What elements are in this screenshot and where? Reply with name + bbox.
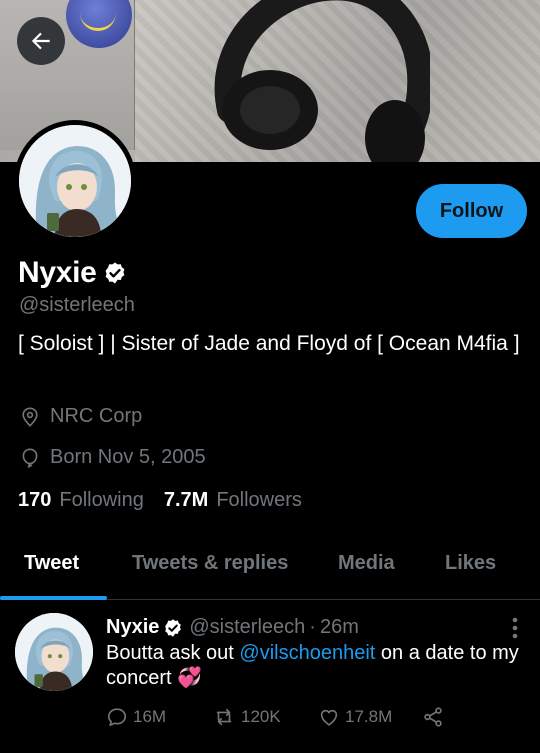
back-button[interactable] [17, 17, 65, 65]
tweet-actions: 16M 120K 17.8M [106, 706, 444, 728]
reply-count: 16M [133, 707, 167, 726]
profile-birthday: Born Nov 5, 2005 [19, 446, 206, 469]
tab-tweets-and-replies[interactable]: Tweets & replies [132, 552, 288, 575]
arrow-left-icon [31, 32, 50, 50]
follow-counts: 170 Following 7.7M Followers [18, 489, 302, 512]
location-text: NRC Corp [50, 405, 143, 427]
share-button[interactable] [422, 706, 444, 728]
tweet-item[interactable]: Nyxie @sisterleech · 26m Boutta ask out … [0, 601, 540, 753]
profile-handle: @sisterleech [19, 294, 135, 316]
reply-icon [107, 708, 127, 727]
location-pin-icon [22, 406, 38, 427]
tweet-author-handle: @sisterleech [189, 616, 306, 638]
following-link[interactable]: 170 Following [18, 489, 144, 512]
tweet-author-name[interactable]: Nyxie [106, 616, 159, 639]
like-button[interactable]: 17.8M [318, 706, 422, 728]
tweet-header: Nyxie @sisterleech · 26m [106, 616, 359, 639]
retweet-button[interactable]: 120K [212, 706, 318, 728]
verified-badge-icon [165, 618, 182, 637]
followers-label: Followers [216, 489, 302, 511]
like-count: 17.8M [345, 707, 393, 726]
tab-likes[interactable]: Likes [445, 552, 496, 575]
birthday-text: Born Nov 5, 2005 [50, 446, 206, 468]
profile-bio: [ Soloist ] | Sister of Jade and Floyd o… [18, 332, 520, 355]
profile-tabs: Tweet Tweets & replies Media Likes [0, 540, 540, 600]
display-name: Nyxie [18, 256, 97, 289]
heart-icon [320, 709, 338, 726]
share-icon [424, 707, 442, 727]
tweet-separator: · [309, 616, 316, 638]
following-count: 170 [18, 489, 52, 511]
tweet-avatar[interactable] [15, 613, 93, 691]
tweet-text-start: Boutta ask out [106, 642, 240, 664]
profile-location: NRC Corp [19, 405, 142, 428]
tweet-hearts-emoji: 💞 [177, 667, 203, 689]
retweet-count: 120K [241, 707, 281, 726]
tweet-timestamp[interactable]: 26m [320, 616, 359, 639]
following-label: Following [59, 489, 144, 511]
tweet-mention-link[interactable]: @vilschoenheit [239, 642, 375, 664]
tab-media[interactable]: Media [338, 552, 395, 575]
profile-avatar[interactable] [14, 120, 136, 242]
avatar-illustration [19, 125, 131, 237]
banner-headphones [214, 0, 430, 162]
reply-button[interactable]: 16M [106, 706, 212, 728]
tab-tweet[interactable]: Tweet [24, 552, 79, 575]
tweet-avatar-illustration [15, 613, 93, 691]
active-tab-indicator [0, 596, 107, 600]
tweet-text: Boutta ask out @vilschoenheit on a date … [106, 641, 526, 691]
verified-badge-icon [105, 262, 124, 284]
followers-count: 7.7M [163, 489, 209, 511]
balloon-icon [22, 447, 38, 468]
retweet-icon [216, 708, 232, 726]
profile-name-row: Nyxie [18, 256, 127, 290]
followers-link[interactable]: 7.7M Followers [164, 489, 302, 512]
more-options-icon[interactable] [512, 617, 518, 639]
follow-button[interactable]: Follow [416, 184, 527, 238]
